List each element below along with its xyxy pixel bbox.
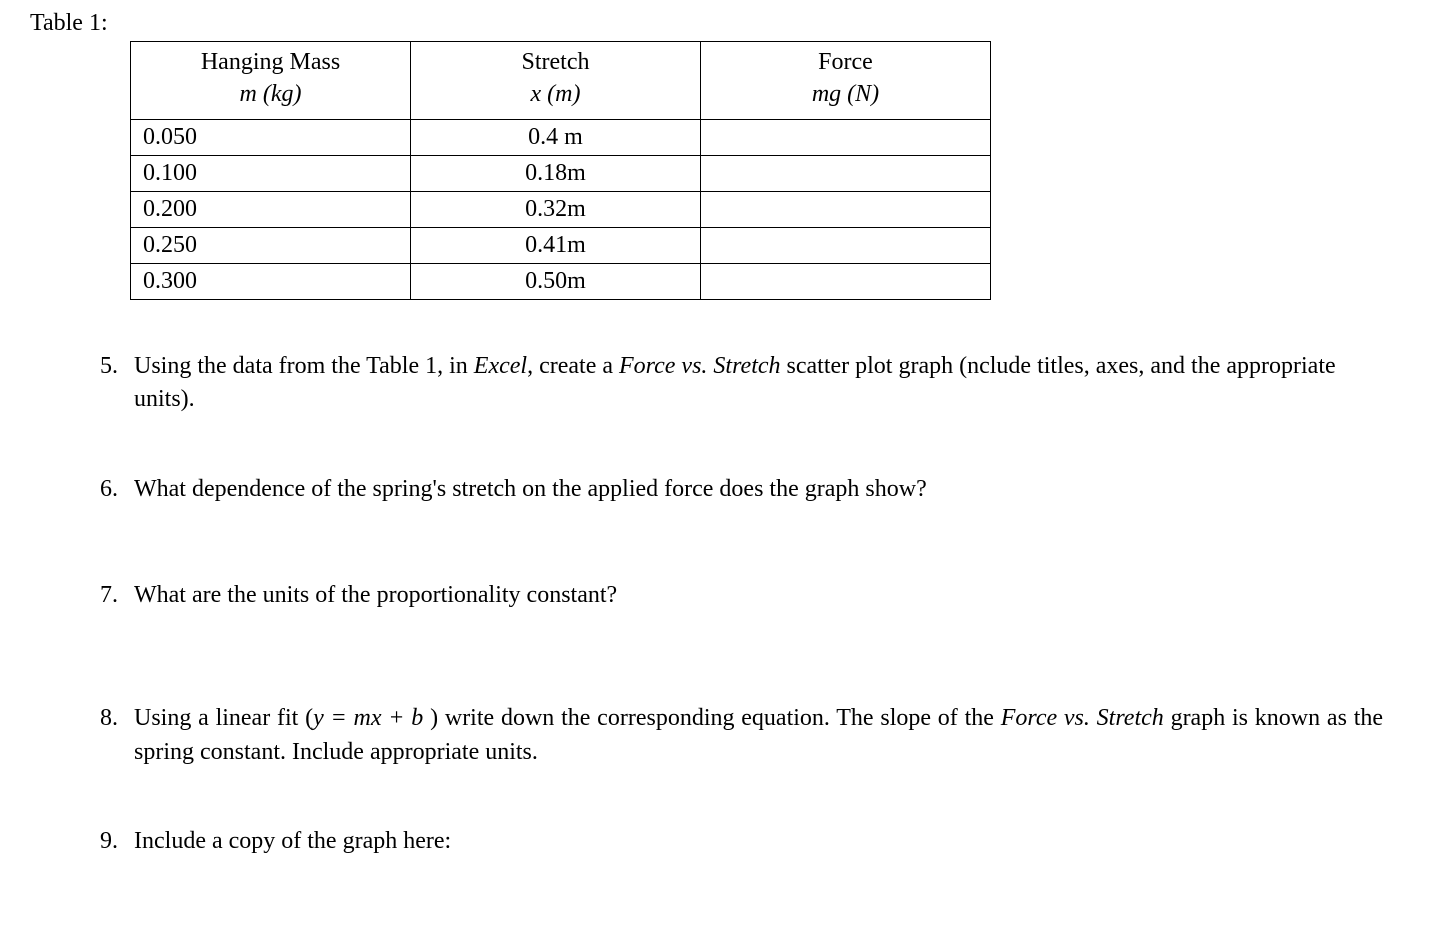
question-text: What dependence of the spring's stretch …	[134, 473, 1383, 507]
header-mass-line2: m (kg)	[141, 78, 400, 110]
q5-ital2: Force vs. Stretch	[619, 353, 781, 379]
header-force-line1: Force	[711, 46, 980, 78]
header-stretch-line2: x (m)	[421, 78, 690, 110]
q8-ital1: y = mx + b	[313, 705, 430, 731]
table-row: 0.250 0.41m	[131, 227, 991, 263]
header-force: Force mg (N)	[701, 42, 991, 120]
q8-pre: Using a linear fit (	[134, 705, 313, 731]
questions-list: 5. Using the data from the Table 1, in E…	[90, 350, 1383, 859]
question-7: 7. What are the units of the proportiona…	[90, 579, 1383, 613]
q8-ital2: Force vs. Stretch	[1001, 705, 1164, 731]
q8-mid: ) write down the corresponding equation.…	[430, 705, 1001, 731]
question-6: 6. What dependence of the spring's stret…	[90, 473, 1383, 507]
header-mass-line1: Hanging Mass	[141, 46, 400, 78]
question-number: 7.	[90, 579, 134, 613]
question-5: 5. Using the data from the Table 1, in E…	[90, 350, 1383, 417]
data-table: Hanging Mass m (kg) Stretch x (m) Force …	[130, 41, 991, 300]
cell-mass: 0.050	[131, 119, 411, 155]
table-header-row: Hanging Mass m (kg) Stretch x (m) Force …	[131, 42, 991, 120]
question-text: Using a linear fit (y = mx + b ) write d…	[134, 702, 1383, 769]
cell-stretch: 0.41m	[411, 227, 701, 263]
question-text: Using the data from the Table 1, in Exce…	[134, 350, 1383, 417]
question-number: 6.	[90, 473, 134, 507]
question-8: 8. Using a linear fit (y = mx + b ) writ…	[90, 702, 1383, 769]
question-text: What are the units of the proportionalit…	[134, 579, 1383, 613]
cell-mass: 0.300	[131, 263, 411, 299]
table-row: 0.050 0.4 m	[131, 119, 991, 155]
cell-mass: 0.200	[131, 191, 411, 227]
table-row: 0.300 0.50m	[131, 263, 991, 299]
cell-stretch: 0.50m	[411, 263, 701, 299]
cell-stretch: 0.18m	[411, 155, 701, 191]
question-text: Include a copy of the graph here:	[134, 825, 1383, 859]
q5-mid: , create a	[527, 353, 619, 379]
header-mass: Hanging Mass m (kg)	[131, 42, 411, 120]
cell-stretch: 0.4 m	[411, 119, 701, 155]
cell-force	[701, 263, 991, 299]
header-force-line2: mg (N)	[711, 78, 980, 110]
table-row: 0.100 0.18m	[131, 155, 991, 191]
q5-ital1: Excel	[474, 353, 527, 379]
question-number: 8.	[90, 702, 134, 736]
cell-force	[701, 119, 991, 155]
cell-force	[701, 191, 991, 227]
table-row: 0.200 0.32m	[131, 191, 991, 227]
cell-force	[701, 155, 991, 191]
header-stretch-line1: Stretch	[421, 46, 690, 78]
question-number: 5.	[90, 350, 134, 384]
question-number: 9.	[90, 825, 134, 859]
cell-force	[701, 227, 991, 263]
cell-mass: 0.100	[131, 155, 411, 191]
question-9: 9. Include a copy of the graph here:	[90, 825, 1383, 859]
header-stretch: Stretch x (m)	[411, 42, 701, 120]
cell-stretch: 0.32m	[411, 191, 701, 227]
cell-mass: 0.250	[131, 227, 411, 263]
table-label: Table 1:	[30, 10, 1413, 37]
q5-pre: Using the data from the Table 1, in	[134, 353, 474, 379]
